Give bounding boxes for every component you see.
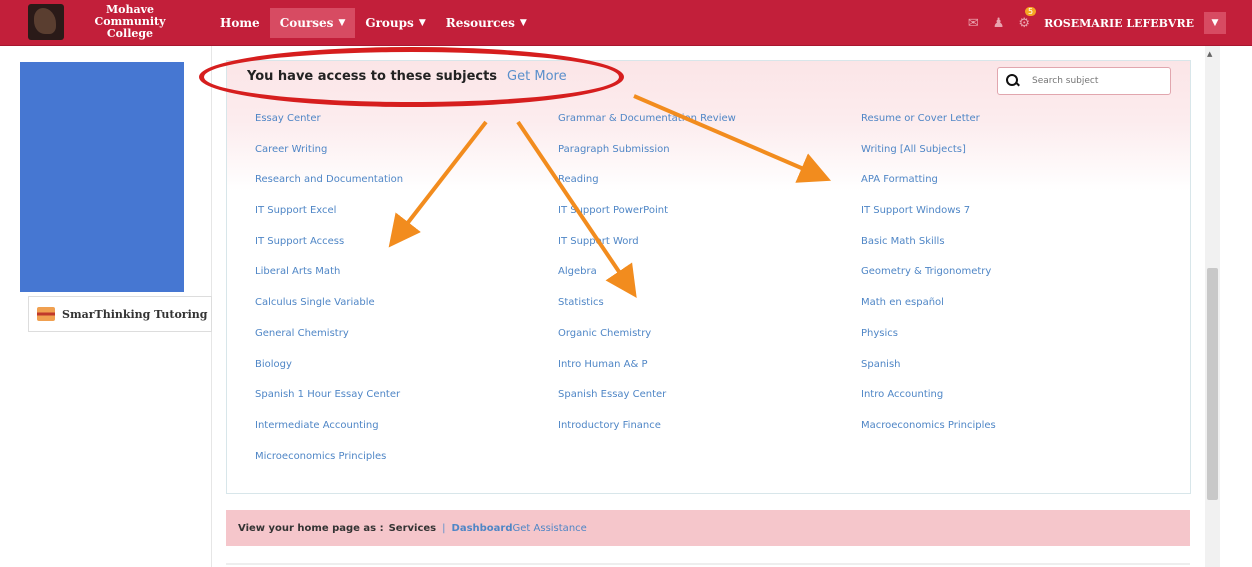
left-sidebar: SmarThinking Tutoring xyxy=(0,46,212,567)
subject-link[interactable]: Paragraph Submission xyxy=(558,144,861,175)
services-option[interactable]: Services xyxy=(389,523,437,534)
subject-link[interactable]: Reading xyxy=(558,174,861,205)
profile-image-placeholder xyxy=(20,62,184,292)
user-menu-button[interactable]: ▼ xyxy=(1204,12,1226,34)
subject-link[interactable]: IT Support PowerPoint xyxy=(558,205,861,236)
subject-link[interactable]: IT Support Windows 7 xyxy=(861,205,1164,236)
subject-link[interactable]: Intermediate Accounting xyxy=(255,420,558,451)
search-input[interactable] xyxy=(1032,76,1152,86)
chevron-down-icon: ▼ xyxy=(338,18,346,28)
tutoring-label: SmarThinking Tutoring xyxy=(62,307,208,321)
separator: | xyxy=(442,522,446,534)
subject-link[interactable]: Writing [All Subjects] xyxy=(861,144,1164,175)
subject-link[interactable]: Intro Accounting xyxy=(861,389,1164,420)
notification-badge: 5 xyxy=(1024,6,1037,16)
user-area: ✉ ♟ ⚙ 5 ROSEMARIE LEFEBVRE ▼ xyxy=(968,0,1252,46)
messages-icon[interactable]: ✉ xyxy=(968,16,979,31)
subject-link[interactable]: Introductory Finance xyxy=(558,420,861,451)
subject-link[interactable]: Biology xyxy=(255,359,558,390)
subject-link[interactable]: Liberal Arts Math xyxy=(255,266,558,297)
subject-link[interactable]: IT Support Excel xyxy=(255,205,558,236)
subject-link[interactable]: Research and Documentation xyxy=(255,174,558,205)
college-logo[interactable]: Mohave Community College xyxy=(28,3,198,41)
scroll-up-icon[interactable]: ▲ xyxy=(1207,50,1212,58)
subject-link[interactable]: Microeconomics Principles xyxy=(255,451,558,482)
user-name[interactable]: ROSEMARIE LEFEBVRE xyxy=(1044,17,1194,30)
chevron-down-icon: ▼ xyxy=(1211,18,1219,28)
subjects-panel: You have access to these subjects Get Mor… xyxy=(226,60,1191,494)
subject-link[interactable]: General Chemistry xyxy=(255,328,558,359)
home-view-label: View your home page as : xyxy=(238,522,384,534)
chevron-down-icon: ▼ xyxy=(519,18,527,28)
nav-resources[interactable]: Resources ▼ xyxy=(436,8,537,38)
scroll-thumb[interactable] xyxy=(1207,268,1218,500)
tutoring-icon xyxy=(37,307,55,321)
subject-link[interactable]: IT Support Access xyxy=(255,236,558,267)
highlight-ellipse xyxy=(199,47,624,107)
subject-link[interactable]: Spanish xyxy=(861,359,1164,390)
college-logo-icon xyxy=(28,4,64,40)
nav-groups[interactable]: Groups ▼ xyxy=(355,8,435,38)
subject-link[interactable]: Basic Math Skills xyxy=(861,236,1164,267)
nav-home[interactable]: Home xyxy=(210,8,270,38)
subject-link[interactable]: Physics xyxy=(861,328,1164,359)
subject-list: Essay Center Grammar & Documentation Revi… xyxy=(255,113,1175,481)
subject-link[interactable]: Calculus Single Variable xyxy=(255,297,558,328)
subject-link[interactable]: Grammar & Documentation Review xyxy=(558,113,861,144)
subject-link[interactable]: Geometry & Trigonometry xyxy=(861,266,1164,297)
subject-link[interactable]: Career Writing xyxy=(255,144,558,175)
subject-link[interactable]: APA Formatting xyxy=(861,174,1164,205)
chevron-down-icon: ▼ xyxy=(418,18,426,28)
subject-link[interactable]: Spanish Essay Center xyxy=(558,389,861,420)
top-navbar: Mohave Community College Home Courses ▼ G… xyxy=(0,0,1252,46)
people-icon[interactable]: ♟ xyxy=(993,16,1005,31)
subject-link[interactable]: Spanish 1 Hour Essay Center xyxy=(255,389,558,420)
subject-link[interactable]: Intro Human A& P xyxy=(558,359,861,390)
subject-link[interactable]: Organic Chemistry xyxy=(558,328,861,359)
subject-link[interactable]: Math en español xyxy=(861,297,1164,328)
college-name: Mohave Community College xyxy=(94,3,166,40)
nav-courses[interactable]: Courses ▼ xyxy=(269,8,356,38)
subject-link[interactable]: Macroeconomics Principles xyxy=(861,420,1164,451)
dashboard-option[interactable]: Dashboard xyxy=(452,523,513,534)
home-view-bar: View your home page as : Services | Dash… xyxy=(226,510,1190,546)
get-assistance-link[interactable]: Get Assistance xyxy=(513,523,587,534)
divider xyxy=(226,563,1190,565)
main-nav: Home Courses ▼ Groups ▼ Resources ▼ xyxy=(210,0,537,46)
subject-link[interactable]: Statistics xyxy=(558,297,861,328)
search-icon[interactable] xyxy=(1006,74,1020,88)
subject-link[interactable]: Essay Center xyxy=(255,113,558,144)
subject-search xyxy=(997,67,1171,95)
subject-link[interactable]: IT Support Word xyxy=(558,236,861,267)
subject-link[interactable]: Resume or Cover Letter xyxy=(861,113,1164,144)
subject-link[interactable]: Algebra xyxy=(558,266,861,297)
smarthinking-tutoring-link[interactable]: SmarThinking Tutoring xyxy=(28,296,212,332)
notifications-icon[interactable]: ⚙ 5 xyxy=(1018,6,1037,31)
page-scrollbar[interactable]: ▲ xyxy=(1205,46,1220,567)
